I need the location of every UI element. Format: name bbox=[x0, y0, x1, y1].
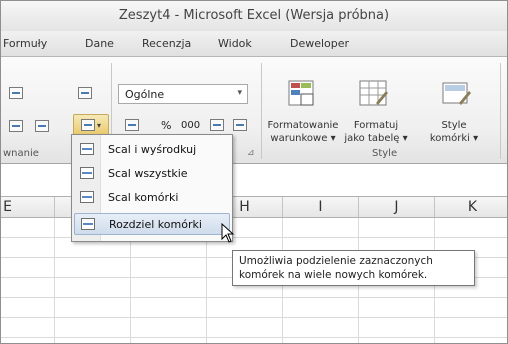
decrease-indent-icon bbox=[9, 120, 23, 132]
tab-formulas[interactable]: Formuły bbox=[3, 37, 47, 50]
conditional-formatting-label2: warunkowe ▾ bbox=[270, 133, 336, 144]
tooltip-line1: Umożliwia podzielenie zaznaczonych bbox=[239, 255, 433, 267]
tab-review[interactable]: Recenzja bbox=[142, 37, 191, 50]
merge-center-icon bbox=[80, 143, 94, 155]
mouse-pointer-icon bbox=[221, 223, 235, 243]
decrease-decimal-button[interactable] bbox=[229, 115, 251, 135]
menu-item-unmerge-cells[interactable]: Rozdziel komórki bbox=[74, 213, 230, 235]
column-header-e[interactable]: E bbox=[1, 197, 55, 217]
menu-item-merge-across[interactable]: Scal wszystkie bbox=[74, 163, 230, 185]
tab-view[interactable]: Widok bbox=[218, 37, 252, 50]
alignment-group-label: wnanie bbox=[3, 148, 39, 159]
thousands-button[interactable]: 000 bbox=[181, 120, 200, 131]
title-bar: Zeszyt4 - Microsoft Excel (Wersja próbna… bbox=[1, 1, 507, 31]
conditional-formatting-button[interactable]: Formatowanie warunkowe ▾ bbox=[267, 119, 339, 145]
menu-item-label: Rozdziel komórki bbox=[109, 218, 202, 231]
tab-developer[interactable]: Deweloper bbox=[290, 37, 349, 50]
wrap-text-icon bbox=[78, 87, 92, 99]
merge-dropdown-menu: Scal i wyśrodkuj Scal wszystkie Scal kom… bbox=[71, 134, 233, 242]
number-format-select[interactable]: Ogólne ▾ bbox=[118, 84, 248, 104]
menu-item-merge-cells[interactable]: Scal komórki bbox=[74, 187, 230, 209]
row-line bbox=[1, 337, 507, 338]
chevron-down-icon: ▾ bbox=[96, 120, 101, 130]
decrease-decimal-icon bbox=[233, 119, 247, 131]
column-header-i[interactable]: I bbox=[283, 197, 359, 217]
cell-styles-button[interactable]: Style komórki ▾ bbox=[421, 119, 487, 145]
merge-across-icon bbox=[80, 167, 94, 179]
unmerge-cells-icon bbox=[81, 218, 95, 230]
dialog-launcher-icon[interactable]: ⊿ bbox=[247, 148, 255, 158]
increase-indent-button[interactable] bbox=[31, 116, 53, 136]
orientation-icon bbox=[9, 87, 23, 99]
merge-cells-icon bbox=[80, 191, 94, 203]
number-format-value: Ogólne bbox=[125, 88, 165, 101]
orientation-button[interactable] bbox=[5, 83, 27, 103]
menu-item-label: Scal komórki bbox=[108, 191, 179, 204]
increase-decimal-button[interactable] bbox=[206, 115, 228, 135]
percent-button[interactable]: % bbox=[161, 119, 171, 132]
decrease-indent-button[interactable] bbox=[5, 116, 27, 136]
currency-icon bbox=[125, 119, 139, 131]
cell-styles-icon[interactable] bbox=[441, 79, 473, 109]
cell-styles-label: Style bbox=[441, 120, 467, 131]
increase-decimal-icon bbox=[210, 119, 224, 131]
styles-group-label: Style bbox=[372, 148, 398, 159]
accounting-format-button[interactable] bbox=[121, 115, 143, 135]
group-separator bbox=[261, 63, 262, 159]
chevron-down-icon: ▾ bbox=[237, 88, 242, 98]
wrap-text-button[interactable] bbox=[74, 83, 96, 103]
merge-center-button[interactable]: ▾ bbox=[73, 114, 109, 136]
column-line bbox=[54, 218, 55, 343]
tab-data[interactable]: Dane bbox=[85, 37, 114, 50]
conditional-formatting-label: Formatowanie bbox=[267, 120, 339, 131]
increase-indent-icon bbox=[35, 120, 49, 132]
tooltip: Umożliwia podzielenie zaznaczonych komór… bbox=[232, 250, 475, 286]
menu-item-label: Scal wszystkie bbox=[108, 167, 188, 180]
menu-item-label: Scal i wyśrodkuj bbox=[108, 143, 197, 156]
row-line bbox=[1, 297, 507, 298]
merge-cells-icon bbox=[80, 119, 95, 131]
cell-styles-label2: komórki ▾ bbox=[429, 133, 479, 144]
format-as-table-icon[interactable] bbox=[358, 79, 390, 109]
tooltip-line2: komórek na wiele nowych komórek. bbox=[239, 269, 428, 281]
group-separator bbox=[500, 63, 501, 159]
window-title: Zeszyt4 - Microsoft Excel (Wersja próbna… bbox=[118, 8, 390, 23]
ribbon-tabs: Formuły Dane Recenzja Widok Deweloper bbox=[1, 31, 507, 57]
format-as-table-button[interactable]: Formatuj jako tabelę ▾ bbox=[340, 119, 412, 145]
menu-item-merge-center[interactable]: Scal i wyśrodkuj bbox=[74, 139, 230, 161]
format-as-table-label2: jako tabelę ▾ bbox=[344, 133, 408, 144]
column-header-j[interactable]: J bbox=[359, 197, 435, 217]
format-as-table-label: Formatuj bbox=[353, 120, 399, 131]
conditional-formatting-icon[interactable] bbox=[287, 79, 319, 109]
column-header-k[interactable]: K bbox=[435, 197, 507, 217]
row-line bbox=[1, 317, 507, 318]
excel-window: Zeszyt4 - Microsoft Excel (Wersja próbna… bbox=[0, 0, 508, 344]
